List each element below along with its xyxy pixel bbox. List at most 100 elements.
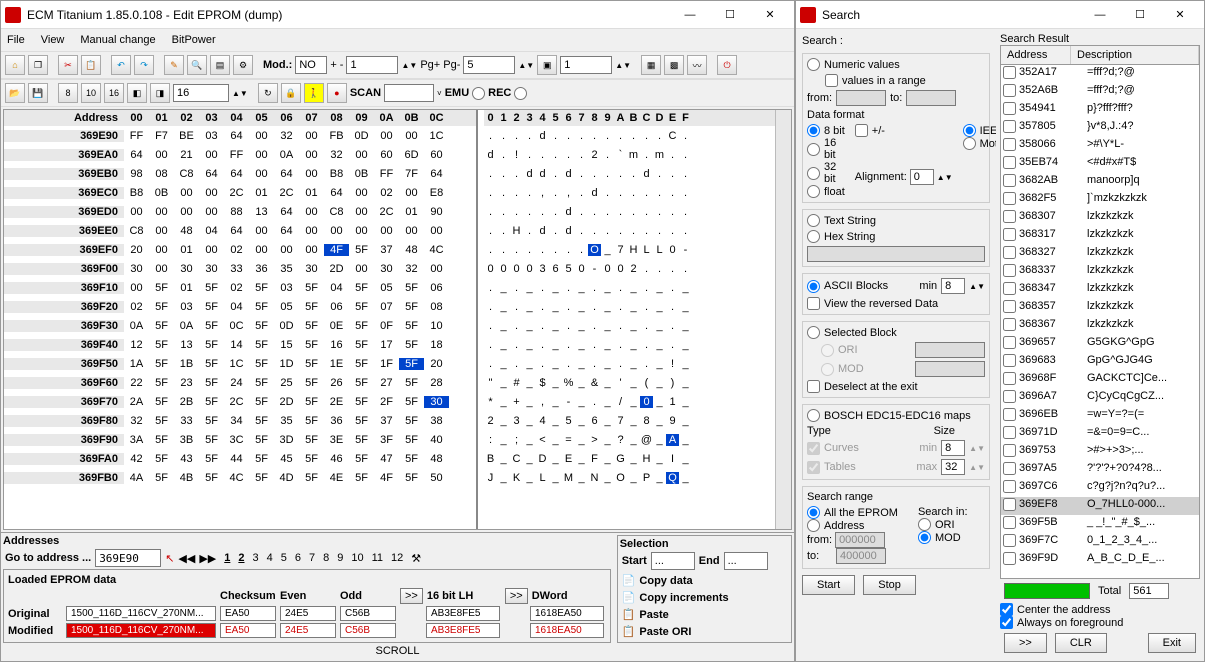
ascii-row[interactable]: ._._._._._._._._	[484, 278, 775, 297]
page-7[interactable]: 7	[305, 552, 319, 564]
result-row[interactable]: 3697C6c?g?j?n?q?u?...	[1001, 479, 1199, 497]
view16-icon[interactable]: 16	[104, 83, 124, 103]
hex-row[interactable]: 369EE0C8004804640064000000000000	[4, 221, 476, 240]
exit-button[interactable]: Exit	[1148, 633, 1196, 653]
view10-icon[interactable]: 10	[81, 83, 101, 103]
range-from-field[interactable]	[835, 532, 885, 548]
start-field[interactable]	[651, 552, 695, 570]
result-row[interactable]: 368327lzkzkzkzk	[1001, 245, 1199, 263]
mod-field[interactable]	[295, 56, 327, 74]
hex-row[interactable]: 369F501A5F1B5F1C5F1D5F1E5F1F5F20	[4, 354, 476, 373]
result-row[interactable]: 3682F5]`mzkzkzkzk	[1001, 191, 1199, 209]
result-check[interactable]	[1003, 192, 1016, 205]
result-check[interactable]	[1003, 84, 1016, 97]
ascii-row[interactable]: "_#_$_%_&_'_(_)_	[484, 373, 775, 392]
width-field[interactable]	[173, 84, 229, 102]
fmt8-radio[interactable]	[807, 124, 820, 137]
tool2-icon[interactable]: ⚙	[233, 55, 253, 75]
prev-page-icon[interactable]: ◀◀	[178, 552, 195, 565]
min-field[interactable]	[941, 278, 965, 294]
ascii-row[interactable]: B_C_D_E_F_G_H_I_	[484, 449, 775, 468]
result-row[interactable]: 36971D=&=0=9=C...	[1001, 425, 1199, 443]
cursor-icon[interactable]: ↖	[165, 552, 174, 565]
brush-icon[interactable]: ✎	[164, 55, 184, 75]
result-check[interactable]	[1003, 66, 1016, 79]
record-icon[interactable]: ●	[327, 83, 347, 103]
start-button[interactable]: Start	[802, 575, 855, 595]
search-minimize-button[interactable]: —	[1080, 5, 1120, 25]
hex-row[interactable]: 369FA0425F435F445F455F465F475F48	[4, 449, 476, 468]
maximize-button[interactable]: ☐	[710, 5, 750, 25]
numeric-radio[interactable]	[807, 58, 820, 71]
ascii-row[interactable]: ..H.d.d.........	[484, 221, 775, 240]
save-icon[interactable]: 💾	[28, 83, 48, 103]
result-row[interactable]: 357805}v*8,J.:4?	[1001, 119, 1199, 137]
col-address[interactable]: Address	[1001, 46, 1071, 64]
hex-row[interactable]: 369EB09808C86464006400B80BFF7F64	[4, 164, 476, 183]
result-check[interactable]	[1003, 210, 1016, 223]
result-row[interactable]: 368317lzkzkzkzk	[1001, 227, 1199, 245]
ascii-row[interactable]: *_+_,_-_._/_0_1_	[484, 392, 775, 411]
range-to-field[interactable]	[836, 548, 886, 564]
paste-button[interactable]: 📋Paste	[620, 606, 789, 623]
result-check[interactable]	[1003, 498, 1016, 511]
hex-row[interactable]: 369F300A5F0A5F0C5F0D5F0E5F0F5F10	[4, 316, 476, 335]
viewm2-icon[interactable]: ◨	[150, 83, 170, 103]
sel-field[interactable]	[560, 56, 612, 74]
power-icon[interactable]: ⏻	[717, 55, 737, 75]
result-row[interactable]: 369657G5GKG^GpG	[1001, 335, 1199, 353]
dword-toggle[interactable]: >>	[505, 588, 528, 604]
result-check[interactable]	[1003, 372, 1016, 385]
stop-button[interactable]: Stop	[863, 575, 916, 595]
result-row[interactable]: 3696EB=w=Y=?=(=	[1001, 407, 1199, 425]
tool1-icon[interactable]: ▤	[210, 55, 230, 75]
ascii-row[interactable]: 00003650-002....	[484, 259, 775, 278]
wave-icon[interactable]: 〰	[687, 55, 707, 75]
hex-row[interactable]: 369F0030003030333635302D00303200	[4, 259, 476, 278]
cut-icon[interactable]: ✂	[58, 55, 78, 75]
ascii-row[interactable]: :_;_<_=_>_?_@_A_	[484, 430, 775, 449]
result-check[interactable]	[1003, 462, 1016, 475]
paste-icon[interactable]: 📋	[81, 55, 101, 75]
result-check[interactable]	[1003, 300, 1016, 313]
result-row[interactable]: 36968FGACKCTC]Ce...	[1001, 371, 1199, 389]
selectedblock-radio[interactable]	[807, 326, 820, 339]
result-row[interactable]: 369F9DA_B_C_D_E_...	[1001, 551, 1199, 569]
result-row[interactable]: 352A17=fff?d;?@	[1001, 65, 1199, 83]
col-description[interactable]: Description	[1071, 46, 1199, 64]
search-close-button[interactable]: ✕	[1160, 5, 1200, 25]
result-check[interactable]	[1003, 480, 1016, 493]
next-page-icon[interactable]: ▶▶	[199, 552, 216, 565]
chip-icon[interactable]: ▩	[664, 55, 684, 75]
result-row[interactable]: 3697A5?'?'?+?0?4?8...	[1001, 461, 1199, 479]
ascii-row[interactable]: J_K_L_M_N_O_P_Q_	[484, 468, 775, 487]
result-check[interactable]	[1003, 228, 1016, 241]
foreground-check[interactable]	[1000, 616, 1013, 629]
search-maximize-button[interactable]: ☐	[1120, 5, 1160, 25]
result-row[interactable]: 368357lzkzkzkzk	[1001, 299, 1199, 317]
result-row[interactable]: 369F7C0_1_2_3_4_...	[1001, 533, 1199, 551]
hex-row[interactable]: 369F20025F035F045F055F065F075F08	[4, 297, 476, 316]
page-5[interactable]: 5	[277, 552, 291, 564]
result-check[interactable]	[1003, 408, 1016, 421]
hex-row[interactable]: 369EC0B80B00002C012C0164000200E8	[4, 183, 476, 202]
fmt32-radio[interactable]	[807, 167, 820, 180]
ascii-row[interactable]: ._._._._._._._!_	[484, 354, 775, 373]
bosch-radio[interactable]	[807, 409, 820, 422]
hex-row[interactable]: 369F903A5F3B5F3C5F3D5F3E5F3F5F40	[4, 430, 476, 449]
page-8[interactable]: 8	[319, 552, 333, 564]
result-row[interactable]: 369683GpG^GJG4G	[1001, 353, 1199, 371]
cal-icon[interactable]: ▦	[641, 55, 661, 75]
paste-ori-button[interactable]: 📋Paste ORI	[620, 623, 789, 640]
scan-field[interactable]	[384, 84, 434, 102]
hex-scrollbar[interactable]	[775, 110, 791, 529]
result-row[interactable]: 354941p}?fff?fff?	[1001, 101, 1199, 119]
menu-view[interactable]: View	[41, 34, 65, 46]
fmt16-radio[interactable]	[807, 143, 820, 156]
align-field[interactable]	[910, 169, 934, 185]
result-check[interactable]	[1003, 102, 1016, 115]
result-check[interactable]	[1003, 246, 1016, 259]
deselect-check[interactable]	[807, 380, 820, 393]
menu-file[interactable]: File	[7, 34, 25, 46]
hex-row[interactable]: 369F80325F335F345F355F365F375F38	[4, 411, 476, 430]
